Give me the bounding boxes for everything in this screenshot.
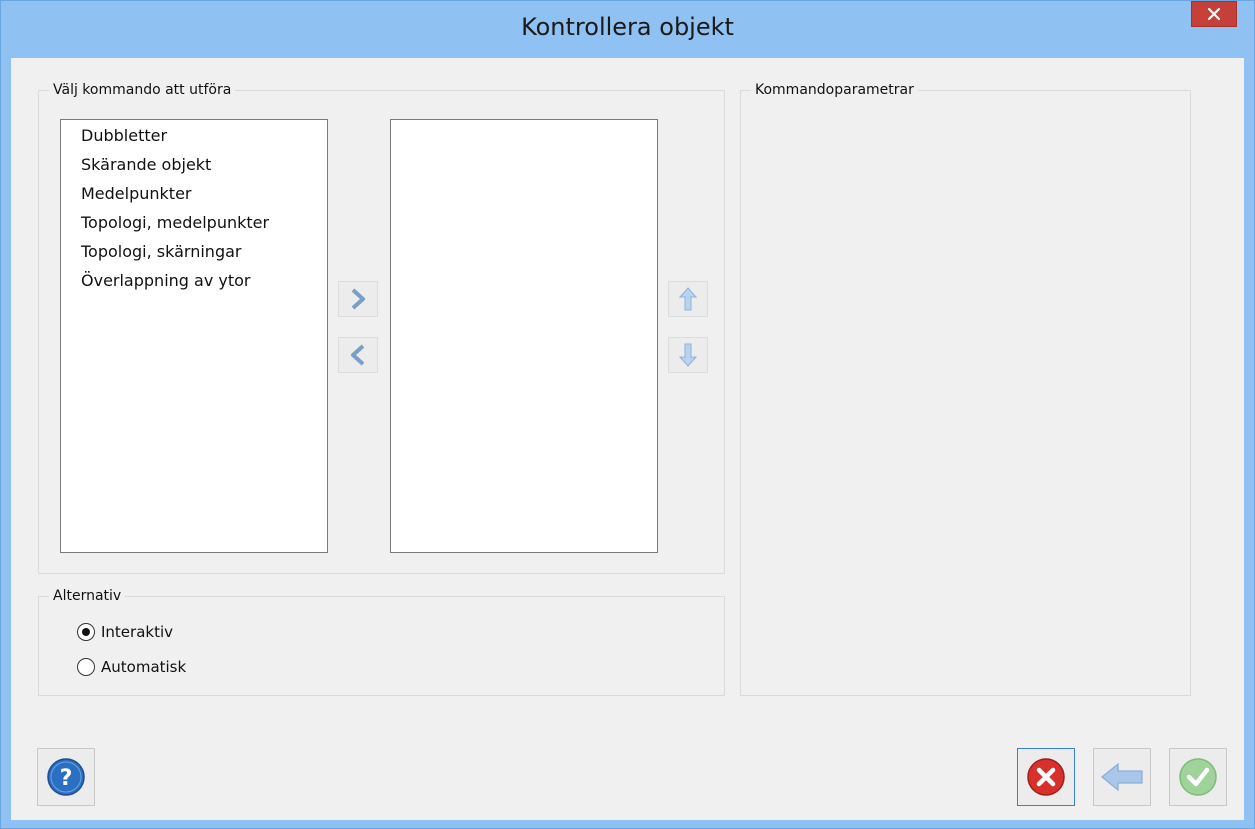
command-list-item[interactable]: Medelpunkter: [61, 179, 327, 208]
command-list-item[interactable]: Överlappning av ytor: [61, 266, 327, 295]
options-group: Alternativ Interaktiv Automatisk: [38, 586, 725, 696]
cancel-icon: [1027, 758, 1065, 796]
dialog-content: Välj kommando att utföra Dubbletter Skära…: [11, 58, 1244, 820]
radio-interaktiv-label: Interaktiv: [101, 623, 174, 641]
help-button[interactable]: ?: [37, 748, 95, 806]
arrow-up-icon: [679, 287, 697, 311]
command-list-item[interactable]: Skärande objekt: [61, 150, 327, 179]
command-list-item[interactable]: Dubbletter: [61, 121, 327, 150]
close-button[interactable]: [1191, 1, 1237, 27]
move-up-button[interactable]: [668, 281, 708, 317]
selected-commands-list[interactable]: [390, 119, 658, 553]
ok-button[interactable]: [1169, 748, 1227, 806]
arrow-down-icon: [679, 343, 697, 367]
parameters-group-label: Kommandoparametrar: [751, 80, 918, 100]
radio-automatisk[interactable]: Automatisk: [77, 658, 186, 676]
help-icon: ?: [47, 758, 85, 796]
available-commands-list[interactable]: Dubbletter Skärande objekt Medelpunkter Top…: [60, 119, 328, 553]
close-icon: [1207, 7, 1221, 21]
radio-automatisk-label: Automatisk: [101, 658, 187, 676]
back-button[interactable]: [1093, 748, 1151, 806]
radio-button-unselected[interactable]: [77, 658, 95, 676]
chevron-right-icon: [351, 288, 365, 310]
command-list-item[interactable]: Topologi, medelpunkter: [61, 208, 327, 237]
remove-command-button[interactable]: [338, 337, 378, 373]
back-arrow-icon: [1101, 762, 1143, 792]
command-list-item[interactable]: Topologi, skärningar: [61, 237, 327, 266]
options-group-label: Alternativ: [49, 586, 126, 606]
radio-button-selected[interactable]: [77, 623, 95, 641]
dialog-title: Kontrollera objekt: [521, 13, 734, 41]
radio-interaktiv[interactable]: Interaktiv: [77, 623, 173, 641]
ok-check-icon: [1179, 758, 1217, 796]
dialog-window: Kontrollera objekt Välj kommando att utf…: [0, 0, 1255, 829]
svg-text:?: ?: [60, 766, 73, 791]
parameters-group: Kommandoparametrar: [740, 80, 1191, 696]
move-down-button[interactable]: [668, 337, 708, 373]
cancel-button[interactable]: [1017, 748, 1075, 806]
add-command-button[interactable]: [338, 281, 378, 317]
title-bar: Kontrollera objekt: [1, 1, 1254, 57]
commands-group: Välj kommando att utföra Dubbletter Skära…: [38, 80, 725, 574]
commands-group-label: Välj kommando att utföra: [49, 80, 236, 100]
chevron-left-icon: [351, 344, 365, 366]
